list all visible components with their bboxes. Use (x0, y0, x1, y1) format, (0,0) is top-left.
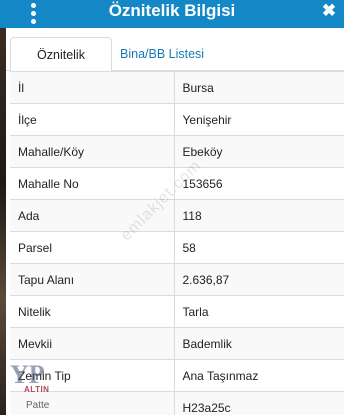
attribute-table: İl Bursa İlçe Yenişehir Mahalle/Köy Ebek… (10, 71, 344, 415)
close-icon[interactable]: ✖ (320, 1, 338, 21)
tab-bar: Öznitelik Bilgisi Bina/BB Listesi (6, 28, 344, 96)
attribute-value: Tarla (173, 295, 344, 328)
table-row: Tapu Alanı 2.636,87 (10, 263, 344, 296)
dialog-title: Öznitelik Bilgisi (108, 1, 236, 20)
table-row: Mahalle/Köy Ebeköy (10, 135, 344, 168)
attribute-dialog: Öznitelik Bilgisi Bina/BB Listesi İl Bur… (6, 28, 344, 415)
attribute-value: Yenişehir (173, 103, 344, 136)
attribute-value: 2.636,87 (173, 263, 344, 296)
attribute-value: H23a25c (173, 391, 344, 415)
attribute-value: 153656 (173, 167, 344, 200)
attribute-value: Ebeköy (173, 135, 344, 168)
attribute-key: Mahalle/Köy (10, 135, 174, 168)
attribute-key: Mahalle No (10, 167, 174, 200)
attribute-key: Nitelik (10, 295, 174, 328)
attribute-value: 118 (173, 199, 344, 232)
table-row: Nitelik Tarla (10, 295, 344, 328)
dialog-header: Öznitelik Bilgisi ✖ (0, 0, 344, 28)
attribute-value: Ana Taşınmaz (173, 359, 344, 392)
attribute-info-screen: Öznitelik Bilgisi ✖ Öznitelik Bilgisi Bi… (0, 0, 344, 415)
attribute-key: Tapu Alanı (10, 263, 174, 296)
table-row: Mahalle No 153656 (10, 167, 344, 200)
attribute-key: Parsel (10, 231, 174, 264)
table-row: Parsel 58 (10, 231, 344, 264)
table-row: Mevkii Bademlik (10, 327, 344, 360)
table-row: Ada 118 (10, 199, 344, 232)
tab-building-list[interactable]: Bina/BB Listesi (112, 37, 212, 72)
table-row: İl Bursa (10, 71, 344, 104)
attribute-value: 58 (173, 231, 344, 264)
table-row: H23a25c (10, 391, 344, 415)
attribute-key: Ada (10, 199, 174, 232)
tab-attribute-info[interactable]: Öznitelik Bilgisi (10, 37, 112, 96)
attribute-value: Bademlik (173, 327, 344, 360)
attribute-key: Zemin Tip (10, 359, 174, 392)
attribute-key: Mevkii (10, 327, 174, 360)
table-row: İlçe Yenişehir (10, 103, 344, 136)
attribute-value: Bursa (173, 71, 344, 104)
attribute-key (10, 391, 174, 415)
attribute-key: İl (10, 71, 174, 104)
table-row: Zemin Tip Ana Taşınmaz (10, 359, 344, 392)
attribute-key: İlçe (10, 103, 174, 136)
